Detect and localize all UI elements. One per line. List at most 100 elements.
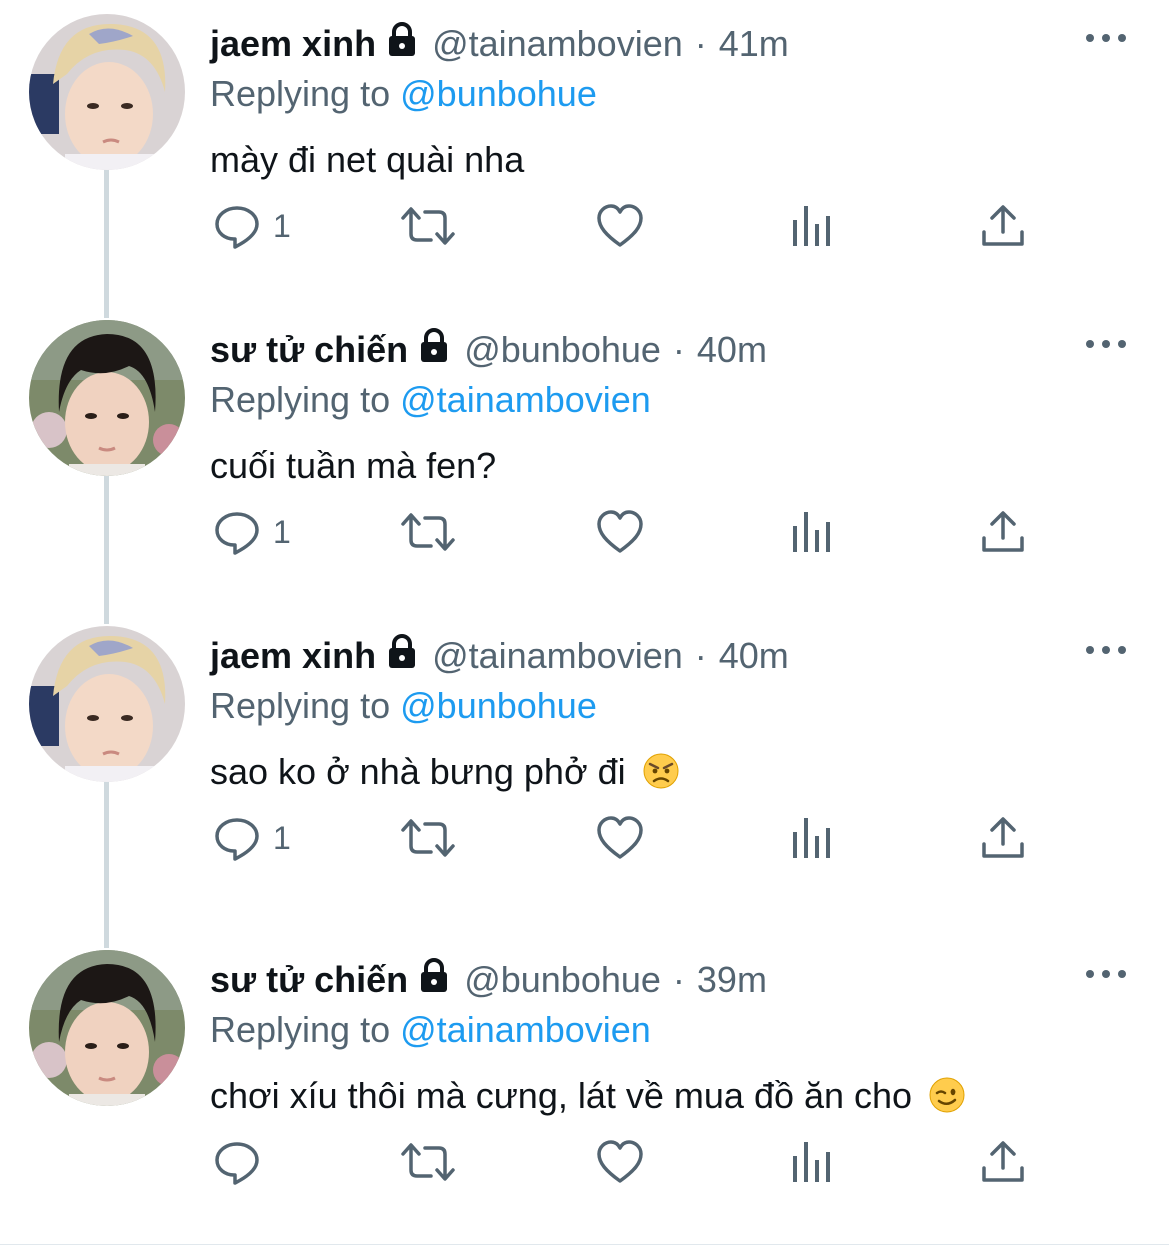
- avatar[interactable]: [29, 626, 185, 782]
- reply-button[interactable]: 1: [213, 504, 291, 560]
- replying-label: Replying to: [210, 1009, 391, 1050]
- tweet[interactable]: jaem xinh @tainambovien · 41m Replying t…: [0, 0, 1169, 306]
- tweet[interactable]: sư tử chiến @bunbohue · 39m Replying to …: [0, 936, 1169, 1242]
- tweet-text-body: sao ko ở nhà bưng phở đi: [210, 751, 626, 792]
- like-button[interactable]: [596, 1134, 644, 1190]
- action-bar: [0, 1134, 1169, 1190]
- user-handle[interactable]: @tainambovien: [432, 634, 683, 678]
- reply-count: 1: [273, 207, 291, 244]
- timestamp[interactable]: 40m: [719, 634, 789, 678]
- more-options-icon[interactable]: [1086, 337, 1126, 351]
- share-button[interactable]: [979, 504, 1027, 560]
- angry-face-emoji: [642, 752, 680, 800]
- lock-icon: [418, 957, 450, 1003]
- avatar[interactable]: [29, 320, 185, 476]
- reply-icon: [215, 1142, 259, 1185]
- views-icon: [793, 1142, 830, 1182]
- reply-count: 1: [273, 513, 291, 550]
- like-icon: [597, 1140, 643, 1183]
- timestamp[interactable]: 41m: [719, 22, 789, 66]
- retweet-icon: [401, 1143, 455, 1181]
- tweet-text: chơi xíu thôi mà cưng, lát về mua đồ ăn …: [210, 1074, 966, 1124]
- share-button[interactable]: [979, 810, 1027, 866]
- tweet-text: cuối tuần mà fen?: [210, 444, 496, 488]
- share-icon: [982, 817, 1024, 858]
- like-icon: [597, 816, 643, 859]
- share-icon: [982, 205, 1024, 246]
- divider: [0, 1244, 1169, 1245]
- avatar[interactable]: [29, 14, 185, 170]
- more-options-icon[interactable]: [1086, 643, 1126, 657]
- lock-icon: [386, 633, 418, 679]
- reply-button[interactable]: 1: [213, 198, 291, 254]
- views-icon: [793, 818, 830, 858]
- timestamp[interactable]: 39m: [697, 958, 767, 1002]
- separator-dot: ·: [672, 329, 685, 370]
- retweet-button[interactable]: [399, 1134, 457, 1190]
- winking-face-emoji: [928, 1076, 966, 1124]
- separator-dot: ·: [672, 959, 685, 1000]
- action-bar: 1: [0, 810, 1169, 866]
- more-options-icon[interactable]: [1086, 967, 1126, 981]
- retweet-icon: [401, 513, 455, 551]
- timestamp[interactable]: 40m: [697, 328, 767, 372]
- mention-link[interactable]: @bunbohue: [400, 685, 597, 726]
- like-icon: [597, 204, 643, 247]
- share-button[interactable]: [979, 198, 1027, 254]
- more-options-icon[interactable]: [1086, 31, 1126, 45]
- reply-button[interactable]: [213, 1134, 273, 1190]
- retweet-button[interactable]: [399, 198, 457, 254]
- separator-dot: ·: [694, 635, 707, 676]
- tweet-text-body: cuối tuần mà fen?: [210, 445, 497, 486]
- views-button[interactable]: [791, 810, 835, 866]
- retweet-icon: [401, 819, 455, 857]
- display-name[interactable]: jaem xinh: [210, 634, 376, 678]
- display-name[interactable]: jaem xinh: [210, 22, 376, 66]
- replying-label: Replying to: [210, 379, 391, 420]
- display-name[interactable]: sư tử chiến: [210, 958, 408, 1002]
- display-name[interactable]: sư tử chiến: [210, 328, 408, 372]
- lock-icon: [418, 327, 450, 373]
- tweet[interactable]: jaem xinh @tainambovien · 40m Replying t…: [0, 612, 1169, 918]
- views-icon: [793, 512, 830, 552]
- user-handle[interactable]: @bunbohue: [464, 958, 661, 1002]
- reply-count: 1: [273, 819, 291, 856]
- separator-dot: ·: [694, 23, 707, 64]
- reply-icon: [215, 512, 259, 555]
- reply-icon: [215, 206, 259, 249]
- share-button[interactable]: [979, 1134, 1027, 1190]
- share-icon: [982, 511, 1024, 552]
- replying-to: Replying to @tainambovien: [210, 1008, 651, 1052]
- replying-label: Replying to: [210, 685, 391, 726]
- replying-to: Replying to @bunbohue: [210, 684, 597, 728]
- reply-button[interactable]: 1: [213, 810, 291, 866]
- mention-link[interactable]: @tainambovien: [400, 1009, 651, 1050]
- user-handle[interactable]: @tainambovien: [432, 22, 683, 66]
- tweet[interactable]: sư tử chiến @bunbohue · 40m Replying to …: [0, 306, 1169, 612]
- mention-link[interactable]: @tainambovien: [400, 379, 651, 420]
- like-button[interactable]: [596, 504, 644, 560]
- reply-icon: [215, 818, 259, 861]
- replying-to: Replying to @bunbohue: [210, 72, 597, 116]
- share-icon: [982, 1141, 1024, 1182]
- retweet-button[interactable]: [399, 810, 457, 866]
- like-button[interactable]: [596, 810, 644, 866]
- replying-label: Replying to: [210, 73, 391, 114]
- replying-to: Replying to @tainambovien: [210, 378, 651, 422]
- lock-icon: [386, 21, 418, 67]
- tweet-text-body: mày đi net quài nha: [210, 139, 525, 180]
- tweet-text: sao ko ở nhà bưng phở đi: [210, 750, 680, 800]
- retweet-icon: [401, 207, 455, 245]
- views-button[interactable]: [791, 504, 835, 560]
- action-bar: 1: [0, 504, 1169, 560]
- avatar[interactable]: [29, 950, 185, 1106]
- like-button[interactable]: [596, 198, 644, 254]
- views-button[interactable]: [791, 198, 835, 254]
- views-icon: [793, 206, 830, 246]
- like-icon: [597, 510, 643, 553]
- user-handle[interactable]: @bunbohue: [464, 328, 661, 372]
- tweet-text-body: chơi xíu thôi mà cưng, lát về mua đồ ăn …: [210, 1075, 913, 1116]
- views-button[interactable]: [791, 1134, 835, 1190]
- retweet-button[interactable]: [399, 504, 457, 560]
- mention-link[interactable]: @bunbohue: [400, 73, 597, 114]
